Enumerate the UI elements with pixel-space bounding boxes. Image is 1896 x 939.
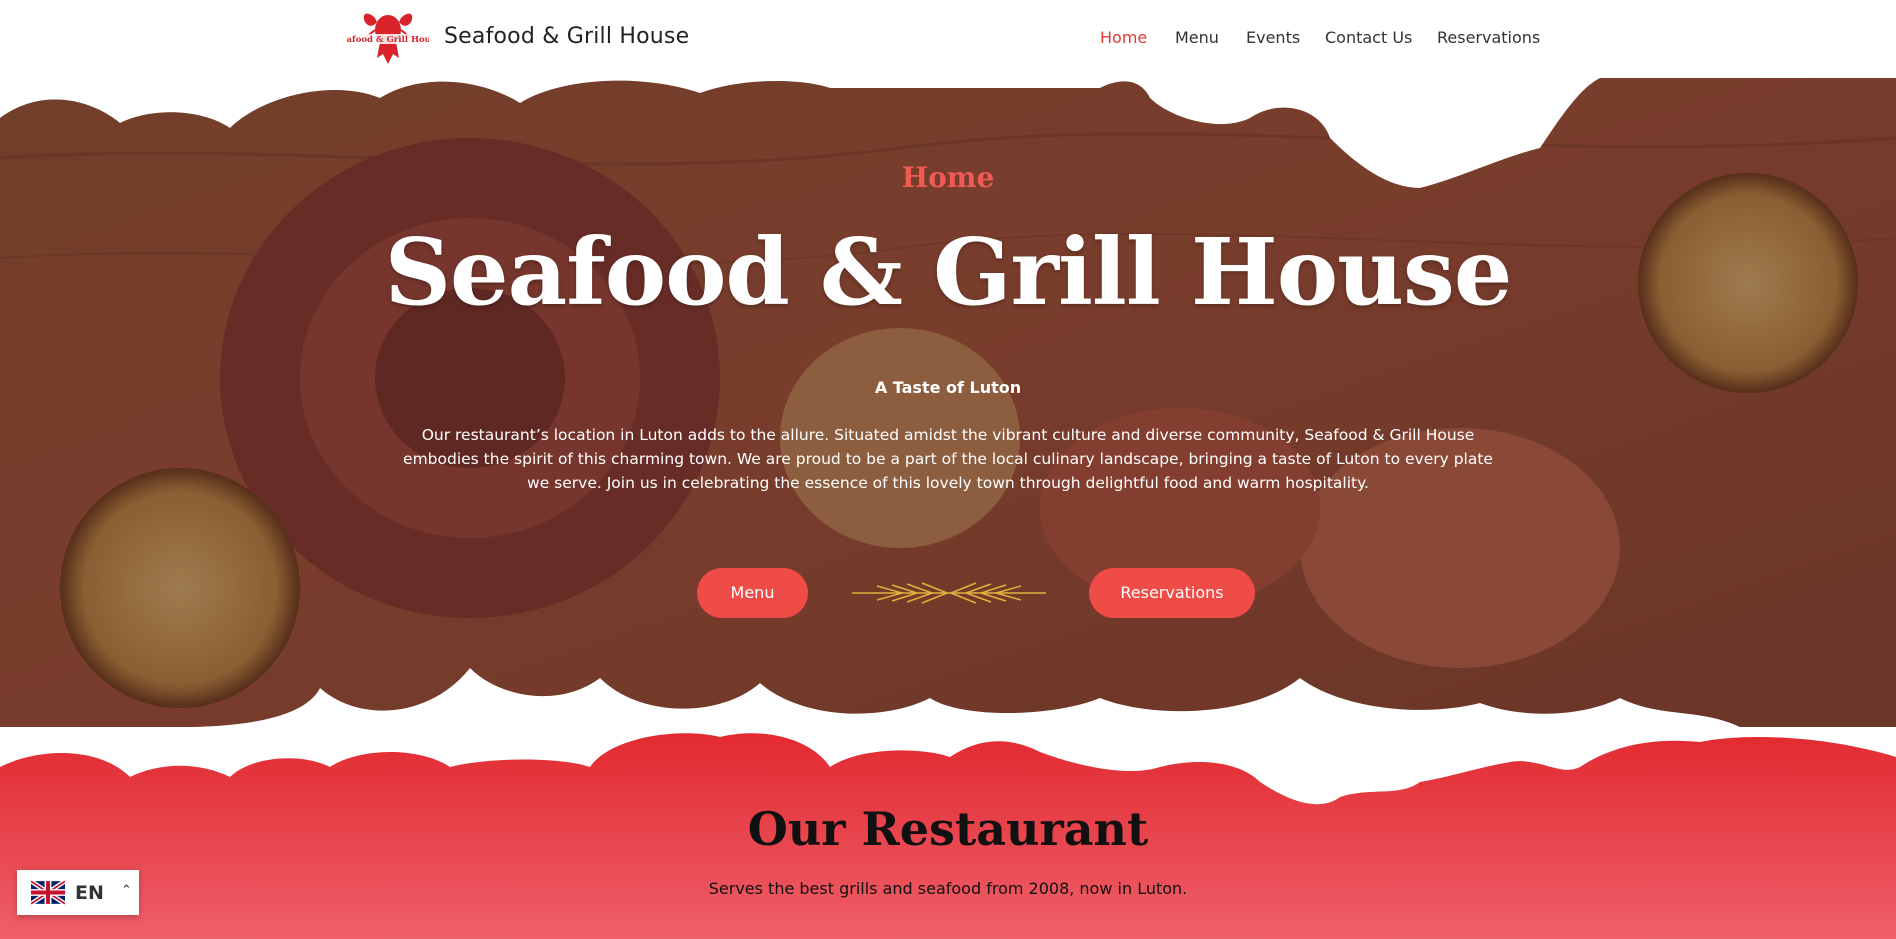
- nav-reservations[interactable]: Reservations: [1437, 28, 1540, 47]
- nav-home[interactable]: Home: [1100, 28, 1147, 47]
- uk-flag-icon: [31, 880, 65, 905]
- hero-section: Home Seafood & Grill House A Taste of Lu…: [0, 78, 1896, 727]
- chevron-up-icon: ⌃: [121, 883, 132, 898]
- hero-description: Our restaurant’s location in Luton adds …: [403, 426, 1493, 492]
- restaurant-section: Our Restaurant Serves the best grills an…: [0, 727, 1896, 939]
- section-subtitle: Serves the best grills and seafood from …: [708, 879, 1188, 898]
- language-code: EN: [75, 882, 104, 904]
- hero-subtitle: A Taste of Luton: [874, 378, 1022, 397]
- hero-title: Seafood & Grill House: [384, 218, 1513, 326]
- main-nav: Home Menu Events Contact Us Reservations: [0, 28, 1896, 50]
- site-header: Seafood & Grill House Seafood & Grill Ho…: [0, 0, 1896, 78]
- section-title: Our Restaurant: [747, 802, 1149, 856]
- nav-menu[interactable]: Menu: [1175, 28, 1219, 47]
- nav-contact-us[interactable]: Contact Us: [1325, 28, 1412, 47]
- language-switcher[interactable]: EN ⌃: [17, 870, 139, 915]
- menu-button[interactable]: Menu: [697, 568, 808, 618]
- reservations-button[interactable]: Reservations: [1089, 568, 1255, 618]
- hero-kicker: Home: [901, 161, 995, 194]
- nav-events[interactable]: Events: [1246, 28, 1300, 47]
- wheat-divider-icon: [852, 582, 1046, 604]
